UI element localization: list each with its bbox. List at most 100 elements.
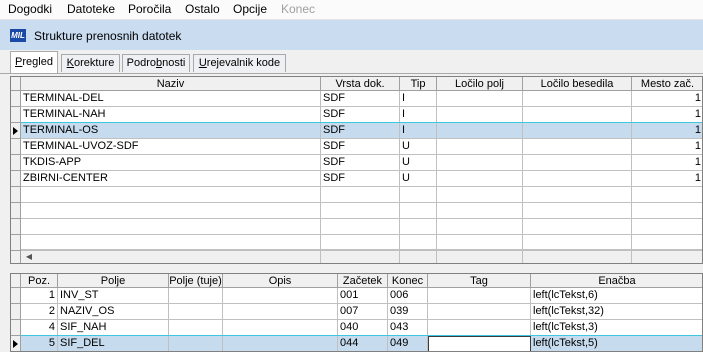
fields-cell-polje-tuje[interactable] bbox=[169, 288, 223, 304]
files-cell-tip[interactable] bbox=[400, 203, 437, 219]
fields-cell-enacba[interactable]: left(lcTekst,32) bbox=[531, 304, 702, 320]
files-cell-tip[interactable]: U bbox=[400, 139, 437, 155]
files-row-selector[interactable] bbox=[11, 203, 21, 219]
files-cell-naziv[interactable] bbox=[21, 219, 321, 235]
fields-cell-polje[interactable]: SIF_DEL bbox=[58, 336, 169, 351]
fields-cell-enacba[interactable]: left(lcTekst,5) bbox=[531, 336, 702, 351]
menu-opcije[interactable]: Opcije bbox=[233, 2, 267, 16]
files-cell-locilo-polj[interactable] bbox=[437, 219, 523, 235]
fields-cell-polje-tuje[interactable] bbox=[169, 320, 223, 336]
files-row-selector[interactable] bbox=[11, 123, 21, 139]
col-header-zacetek[interactable]: Začetek bbox=[338, 274, 388, 288]
menu-porocila[interactable]: Poročila bbox=[128, 2, 171, 16]
files-cell-vrsta-dok[interactable] bbox=[321, 187, 400, 203]
files-cell-vrsta-dok[interactable]: SDF bbox=[321, 91, 400, 107]
files-row-selector[interactable] bbox=[11, 219, 21, 235]
files-grid[interactable]: Naziv Vrsta dok. Tip Ločilo polj Ločilo … bbox=[10, 76, 703, 264]
files-cell-locilo-besedila[interactable] bbox=[523, 139, 632, 155]
files-row-selector[interactable] bbox=[11, 187, 21, 203]
fields-cell-zacetek[interactable]: 001 bbox=[338, 288, 388, 304]
fields-cell-polje-tuje[interactable] bbox=[169, 304, 223, 320]
files-cell-locilo-besedila[interactable] bbox=[523, 203, 632, 219]
col-header-naziv[interactable]: Naziv bbox=[21, 77, 321, 91]
files-cell-vrsta-dok[interactable] bbox=[321, 203, 400, 219]
files-cell-tip[interactable]: I bbox=[400, 123, 437, 139]
files-cell-locilo-polj[interactable] bbox=[437, 171, 523, 187]
col-header-polje-tuje[interactable]: Polje (tuje) bbox=[169, 274, 223, 288]
fields-cell-tag[interactable] bbox=[428, 320, 531, 336]
files-cell-locilo-polj[interactable] bbox=[437, 155, 523, 171]
fields-cell-tag[interactable] bbox=[428, 288, 531, 304]
files-cell-locilo-besedila[interactable] bbox=[523, 155, 632, 171]
files-row-selector[interactable] bbox=[11, 91, 21, 107]
col-header-enacba[interactable]: Enačba bbox=[531, 274, 702, 288]
fields-cell-opis[interactable] bbox=[223, 320, 338, 336]
files-cell-locilo-polj[interactable] bbox=[437, 187, 523, 203]
fields-cell-polje-tuje[interactable] bbox=[169, 336, 223, 351]
files-cell-locilo-besedila[interactable] bbox=[523, 91, 632, 107]
fields-row-selector[interactable] bbox=[11, 320, 21, 336]
files-cell-naziv[interactable] bbox=[21, 203, 321, 219]
files-cell-naziv[interactable]: ZBIRNI-CENTER bbox=[21, 171, 321, 187]
files-cell-vrsta-dok[interactable]: SDF bbox=[321, 171, 400, 187]
tab-pregled[interactable]: Pregled bbox=[10, 51, 58, 73]
fields-cell-tag[interactable] bbox=[428, 304, 531, 320]
files-cell-locilo-polj[interactable] bbox=[437, 123, 523, 139]
col-header-tip[interactable]: Tip bbox=[400, 77, 437, 91]
files-cell-tip[interactable] bbox=[400, 251, 437, 263]
files-cell-vrsta-dok[interactable]: SDF bbox=[321, 139, 400, 155]
files-cell-locilo-besedila[interactable] bbox=[523, 123, 632, 139]
fields-cell-polje[interactable]: SIF_NAH bbox=[58, 320, 169, 336]
col-header-opis[interactable]: Opis bbox=[223, 274, 338, 288]
files-cell-naziv[interactable]: TKDIS-APP bbox=[21, 155, 321, 171]
col-header-locilo-polj[interactable]: Ločilo polj bbox=[437, 77, 523, 91]
col-header-tag[interactable]: Tag bbox=[428, 274, 531, 288]
col-header-vrsta-dok[interactable]: Vrsta dok. bbox=[321, 77, 400, 91]
files-cell-mesto-zac[interactable] bbox=[632, 235, 702, 251]
fields-cell-zacetek[interactable]: 040 bbox=[338, 320, 388, 336]
menu-konec[interactable]: Konec bbox=[281, 2, 315, 16]
menu-datoteke[interactable]: Datoteke bbox=[67, 2, 115, 16]
col-header-konec[interactable]: Konec bbox=[388, 274, 428, 288]
files-cell-mesto-zac[interactable]: 1 bbox=[632, 123, 702, 139]
files-cell-mesto-zac[interactable]: 1 bbox=[632, 107, 702, 123]
files-cell-tip[interactable] bbox=[400, 219, 437, 235]
files-cell-naziv[interactable] bbox=[21, 235, 321, 251]
fields-row-selector[interactable] bbox=[11, 336, 21, 351]
fields-cell-enacba[interactable]: left(lcTekst,3) bbox=[531, 320, 702, 336]
files-cell-vrsta-dok[interactable]: SDF bbox=[321, 123, 400, 139]
fields-cell-konec[interactable]: 039 bbox=[388, 304, 428, 320]
files-cell-naziv[interactable]: TERMINAL-DEL bbox=[21, 91, 321, 107]
files-row-selector[interactable] bbox=[11, 155, 21, 171]
files-cell-locilo-polj[interactable] bbox=[437, 235, 523, 251]
files-cell-locilo-besedila[interactable] bbox=[523, 187, 632, 203]
fields-cell-opis[interactable] bbox=[223, 288, 338, 304]
fields-cell-opis[interactable] bbox=[223, 336, 338, 351]
tab-korekture[interactable]: Korekture bbox=[61, 54, 120, 72]
files-cell-mesto-zac[interactable] bbox=[632, 203, 702, 219]
fields-cell-zacetek[interactable]: 007 bbox=[338, 304, 388, 320]
fields-row-selector[interactable] bbox=[11, 288, 21, 304]
files-cell-locilo-besedila[interactable] bbox=[523, 171, 632, 187]
fields-cell-konec[interactable]: 006 bbox=[388, 288, 428, 304]
files-cell-naziv[interactable]: TERMINAL-OS bbox=[21, 123, 321, 139]
files-cell-naziv[interactable]: TERMINAL-UVOZ-SDF bbox=[21, 139, 321, 155]
tab-urejevalnik-kode[interactable]: Urejevalnik kode bbox=[193, 54, 286, 72]
files-cell-vrsta-dok[interactable] bbox=[321, 235, 400, 251]
files-cell-vrsta-dok[interactable]: SDF bbox=[321, 107, 400, 123]
menu-dogodki[interactable]: Dogodki bbox=[8, 2, 52, 16]
files-cell-locilo-polj[interactable] bbox=[437, 139, 523, 155]
files-row-selector[interactable] bbox=[11, 107, 21, 123]
fields-cell-polje[interactable]: NAZIV_OS bbox=[58, 304, 169, 320]
files-cell-mesto-zac[interactable] bbox=[632, 251, 702, 263]
files-cell-mesto-zac[interactable] bbox=[632, 219, 702, 235]
files-cell-tip[interactable]: I bbox=[400, 107, 437, 123]
files-row-selector[interactable] bbox=[11, 171, 21, 187]
files-row-selector[interactable] bbox=[11, 235, 21, 251]
files-cell-naziv[interactable] bbox=[21, 187, 321, 203]
fields-cell-poz[interactable]: 1 bbox=[21, 288, 58, 304]
files-cell-locilo-besedila[interactable] bbox=[523, 235, 632, 251]
fields-cell-konec[interactable]: 049 bbox=[388, 336, 428, 351]
files-cell-mesto-zac[interactable]: 1 bbox=[632, 91, 702, 107]
fields-cell-enacba[interactable]: left(lcTekst,6) bbox=[531, 288, 702, 304]
